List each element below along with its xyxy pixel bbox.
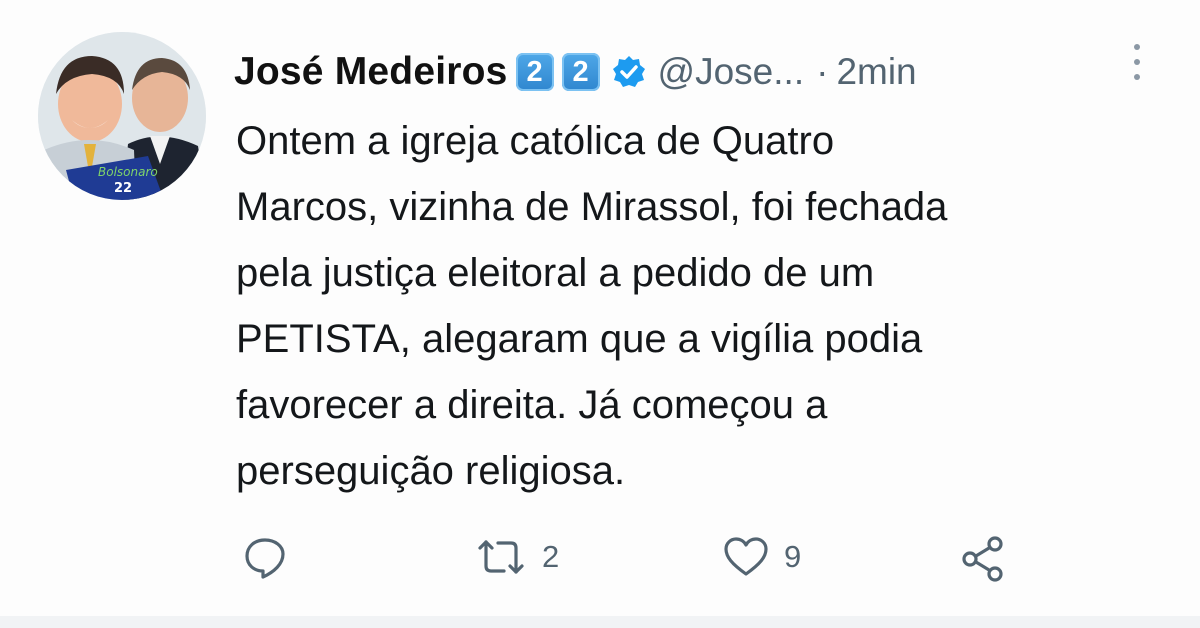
header-separator: ·: [816, 51, 829, 92]
tweet-text-line: Marcos, vizinha de Mirassol, foi fechada: [236, 185, 948, 229]
like-button[interactable]: 9: [722, 534, 801, 580]
retweet-icon: [478, 540, 524, 574]
tweet-text-line: pela justiça eleitoral a pedido de um: [236, 251, 875, 295]
tweet-text-line: perseguição religiosa.: [236, 449, 626, 493]
tweet-actions-bar: 2 9: [0, 520, 1200, 600]
avatar-image: Bolsonaro 22: [38, 32, 206, 200]
avatar[interactable]: Bolsonaro 22: [38, 32, 206, 200]
tweet-timestamp[interactable]: 2min: [836, 51, 916, 93]
more-options-icon[interactable]: [1126, 40, 1148, 84]
svg-text:Bolsonaro: Bolsonaro: [98, 165, 158, 179]
author-display-name[interactable]: José Medeiros: [234, 50, 508, 94]
divider: [0, 616, 1200, 628]
author-handle[interactable]: @Jose...: [658, 51, 805, 93]
heart-icon: [724, 537, 768, 576]
reply-icon: [245, 538, 285, 579]
retweet-button[interactable]: 2: [474, 534, 559, 580]
tweet-text-line: PETISTA, alegaram que a vigília podia: [236, 317, 923, 361]
keycap-two-emoji: 2: [561, 53, 600, 91]
retweet-count: 2: [542, 539, 560, 574]
verified-badge-icon: [612, 55, 646, 89]
share-button[interactable]: [958, 534, 1008, 584]
reply-button[interactable]: [242, 534, 302, 580]
tweet-header: José Medeiros 2 2 @Jose... · 2min: [234, 40, 917, 104]
tweet-text: Ontem a igreja católica de Quatro Marcos…: [236, 108, 1136, 504]
like-count: 9: [784, 539, 802, 574]
tweet-text-line: favorecer a direita. Já começou a: [236, 383, 828, 427]
share-icon: [962, 536, 1003, 582]
tweet-text-line: Ontem a igreja católica de Quatro: [236, 119, 835, 163]
tweet-card: Bolsonaro 22 José Medeiros 2 2 @Jose... …: [0, 0, 1200, 628]
svg-text:22: 22: [114, 181, 132, 196]
keycap-two-emoji: 2: [515, 53, 554, 91]
